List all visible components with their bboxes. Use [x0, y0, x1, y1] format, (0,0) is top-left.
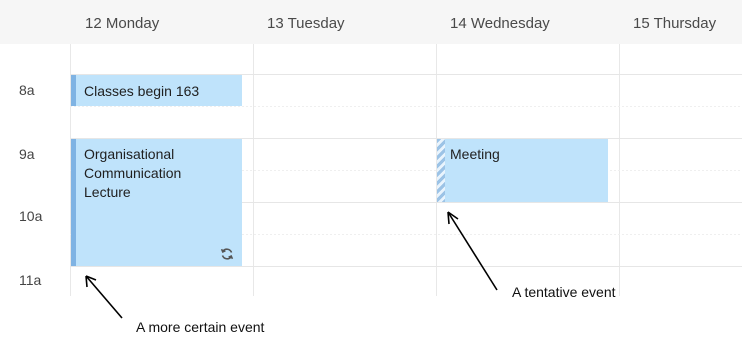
annotation-certain: A more certain event [136, 319, 265, 335]
annotation-tentative: A tentative event [512, 284, 616, 300]
arrow-tentative [447, 211, 498, 291]
arrow-certain [85, 275, 123, 319]
annotation-arrows [85, 211, 498, 319]
calendar-week-view: 12 Monday 13 Tuesday 14 Wednesday 15 Thu… [0, 0, 742, 337]
